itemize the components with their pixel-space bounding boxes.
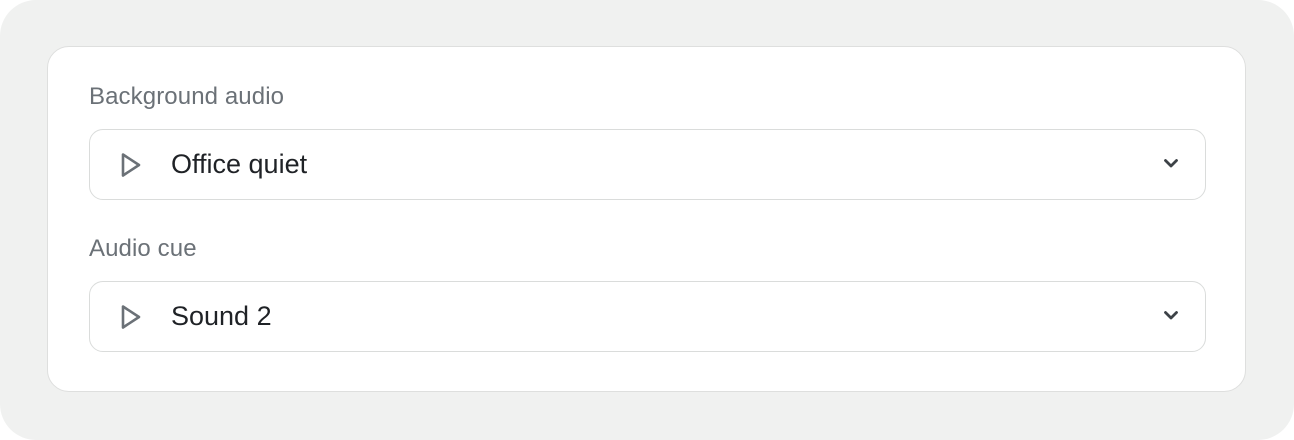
chevron-down-icon [1163, 309, 1179, 321]
background-audio-label: Background audio [89, 83, 285, 110]
chevron-down-icon [1163, 157, 1179, 169]
play-icon[interactable] [116, 301, 146, 333]
audio-cue-label: Audio cue [89, 235, 197, 262]
play-icon[interactable] [116, 149, 146, 181]
audio-settings-card: Background audio Office quiet Audio cue [47, 46, 1246, 392]
background-audio-value: Office quiet [171, 149, 308, 179]
audio-cue-select[interactable]: Sound 2 [89, 281, 1206, 352]
audio-cue-value: Sound 2 [171, 301, 272, 331]
background-audio-select[interactable]: Office quiet [89, 129, 1206, 200]
settings-panel-background: Background audio Office quiet Audio cue [0, 0, 1294, 440]
